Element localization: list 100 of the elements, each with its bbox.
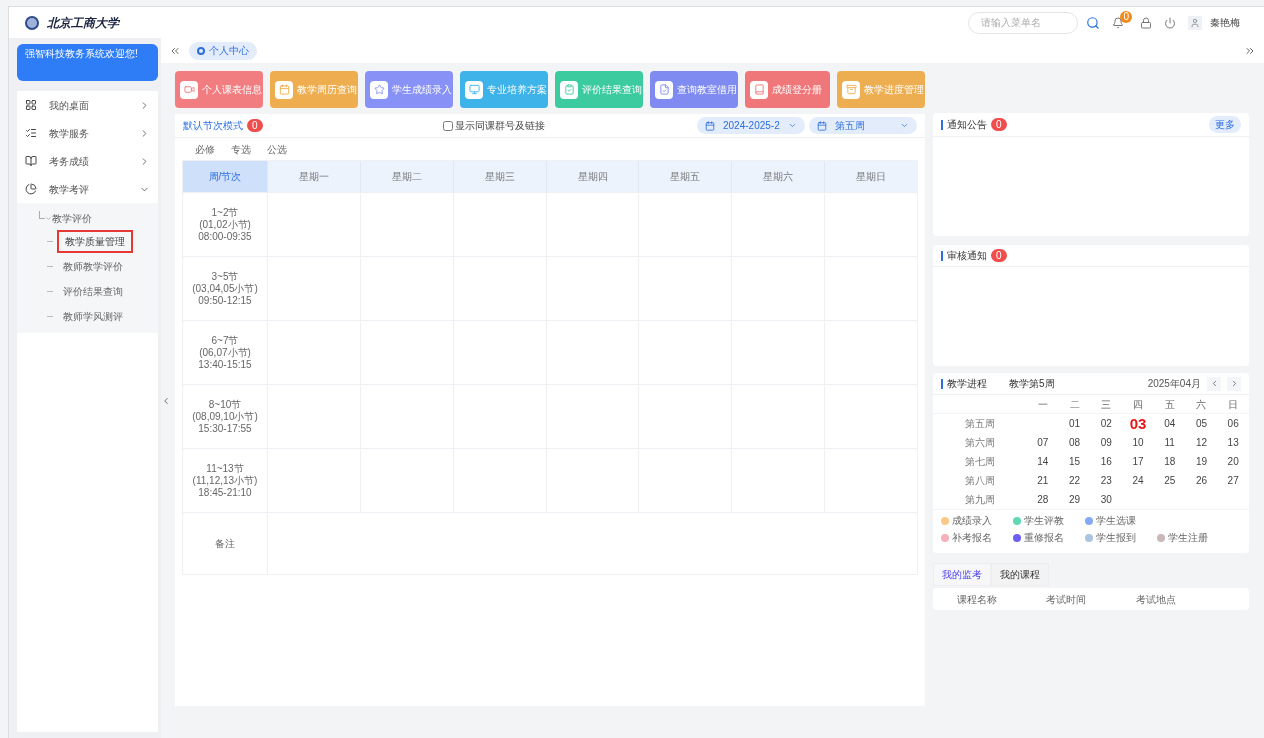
calendar-day[interactable]: 11 — [1164, 436, 1175, 449]
calendar-day[interactable]: 07 — [1037, 436, 1049, 449]
menu-icon — [25, 155, 37, 167]
tile-icon — [278, 84, 290, 95]
calendar-day[interactable]: 10 — [1132, 436, 1144, 449]
submenu-group[interactable]: 教学评价 — [52, 210, 92, 226]
calendar-day[interactable]: 08 — [1069, 436, 1081, 449]
calendar-day[interactable]: 03 — [1129, 415, 1147, 432]
column-header: 星期五 — [638, 161, 732, 192]
calendar-icon — [705, 120, 715, 131]
column-header: 星期三 — [452, 161, 546, 192]
page-tab[interactable]: 个人中心 — [189, 41, 257, 60]
card-title: 通知公告 — [947, 118, 987, 132]
calendar-day[interactable]: 06 — [1227, 417, 1239, 430]
menu-icon — [25, 99, 37, 111]
university-logo-icon — [25, 15, 39, 30]
calendar-day[interactable]: 26 — [1195, 474, 1207, 487]
power-icon[interactable] — [1164, 16, 1176, 29]
show-group-checkbox[interactable] — [442, 120, 453, 131]
legend-label: 学生评教 — [1024, 514, 1064, 528]
calendar-icon — [817, 120, 827, 131]
weekday-label: 二 — [1068, 397, 1081, 412]
calendar-day[interactable]: 12 — [1195, 436, 1207, 449]
calendar-day[interactable]: 19 — [1195, 455, 1207, 468]
calendar-day[interactable]: 20 — [1227, 455, 1239, 468]
column-header: 星期六 — [731, 161, 825, 192]
checkbox-label: 显示同课群号及链接 — [454, 119, 545, 133]
calendar-day[interactable]: 09 — [1100, 436, 1112, 449]
calendar-day[interactable]: 13 — [1227, 436, 1239, 449]
calendar-day[interactable]: 29 — [1069, 493, 1081, 506]
count-badge: 0 — [247, 119, 263, 132]
search-icon[interactable] — [1086, 15, 1101, 30]
prev-month-button[interactable] — [1207, 376, 1221, 391]
panel-tab[interactable]: 我的课程 — [991, 563, 1049, 586]
weekday-label: 一 — [1036, 397, 1049, 412]
tile-icon — [845, 84, 857, 95]
calendar-day[interactable]: 16 — [1100, 455, 1112, 468]
calendar-day[interactable]: 15 — [1069, 455, 1081, 468]
card-title: 教学进程 — [947, 377, 987, 391]
legend-label: 补考报名 — [952, 531, 992, 545]
submenu-item[interactable]: 教师学风测评 — [57, 307, 129, 326]
notification-count: 0 — [1120, 10, 1132, 23]
menu-item[interactable]: 教学考评 — [17, 175, 158, 203]
period-cell-text: 8~10节 (08,09,10小节) 15:30-17:55 — [191, 397, 259, 436]
week-label: 第五周 — [964, 417, 996, 431]
weekday-label: 三 — [1100, 397, 1113, 412]
calendar-day[interactable]: 14 — [1037, 455, 1049, 468]
avatar-icon[interactable] — [1188, 15, 1202, 30]
submenu-item[interactable]: 教师教学评价 — [57, 257, 129, 276]
calendar-day[interactable]: 28 — [1037, 493, 1049, 506]
calendar-day[interactable]: 22 — [1069, 474, 1081, 487]
legend-label: 学生报到 — [1096, 531, 1136, 545]
course-type-label: 专选 — [231, 142, 251, 157]
welcome-banner: 强智科技教务系统欢迎您! — [17, 44, 158, 81]
menu-search-field[interactable]: 请输入菜单名 — [968, 11, 1079, 34]
panel-tab[interactable]: 我的监考 — [933, 563, 991, 586]
more-button[interactable]: 更多 — [1209, 116, 1241, 133]
calendar-day[interactable]: 17 — [1132, 455, 1144, 468]
column-header: 星期四 — [545, 161, 639, 192]
menu-item[interactable]: 教学服务 — [17, 119, 158, 147]
tile-icon — [373, 84, 385, 95]
period-cell-text: 6~7节 (06,07小节) 13:40-15:15 — [197, 333, 253, 372]
weekday-label: 五 — [1163, 397, 1176, 412]
column-header: 星期一 — [267, 161, 360, 192]
tile-icon — [753, 84, 765, 95]
term-select[interactable]: 2024-2025-2 — [697, 117, 805, 134]
calendar-day[interactable]: 21 — [1037, 474, 1049, 487]
next-month-button[interactable] — [1227, 376, 1241, 391]
calendar-day[interactable]: 23 — [1100, 474, 1112, 487]
calendar-day[interactable]: 30 — [1100, 493, 1112, 506]
lock-icon[interactable] — [1140, 16, 1152, 29]
column-header: 星期二 — [359, 161, 453, 192]
submenu-item[interactable]: 教学质量管理 — [57, 230, 133, 253]
week-label: 第六周 — [964, 436, 996, 450]
calendar-day[interactable]: 04 — [1164, 417, 1176, 430]
caret-icon — [900, 121, 909, 130]
table-header-cell-text: 课程名称 — [957, 592, 998, 607]
teaching-week: 教学第5周 — [1009, 377, 1055, 391]
menu-item[interactable]: 我的桌面 — [17, 91, 158, 119]
calendar-day[interactable]: 18 — [1164, 455, 1176, 468]
legend-label: 成绩录入 — [952, 514, 992, 528]
menu-item[interactable]: 考务成绩 — [17, 147, 158, 175]
calendar-day[interactable]: 05 — [1195, 417, 1207, 430]
mode-tab[interactable]: 默认节次模式 — [183, 118, 243, 133]
legend-label: 重修报名 — [1024, 531, 1064, 545]
course-type-label: 必修 — [195, 142, 215, 157]
notification-bell-icon[interactable] — [1112, 16, 1125, 29]
calendar-day[interactable]: 27 — [1227, 474, 1239, 487]
calendar-day[interactable]: 01 — [1069, 417, 1081, 430]
calendar-day[interactable]: 24 — [1132, 474, 1144, 487]
calendar-day[interactable]: 02 — [1100, 417, 1112, 430]
week-label: 第八周 — [964, 474, 996, 488]
calendar-day[interactable]: 25 — [1164, 474, 1176, 487]
collapse-sidebar-icon[interactable] — [161, 395, 171, 406]
submenu-item[interactable]: 评价结果查询 — [57, 282, 129, 301]
week-select[interactable]: 第五周 — [809, 117, 917, 134]
period-cell-text: 11~13节 (11,12,13小节) 18:45-21:10 — [191, 461, 259, 500]
user-name[interactable]: 秦艳梅 — [1210, 15, 1240, 30]
tile-icon — [658, 84, 670, 95]
weekday-label: 日 — [1227, 397, 1240, 412]
